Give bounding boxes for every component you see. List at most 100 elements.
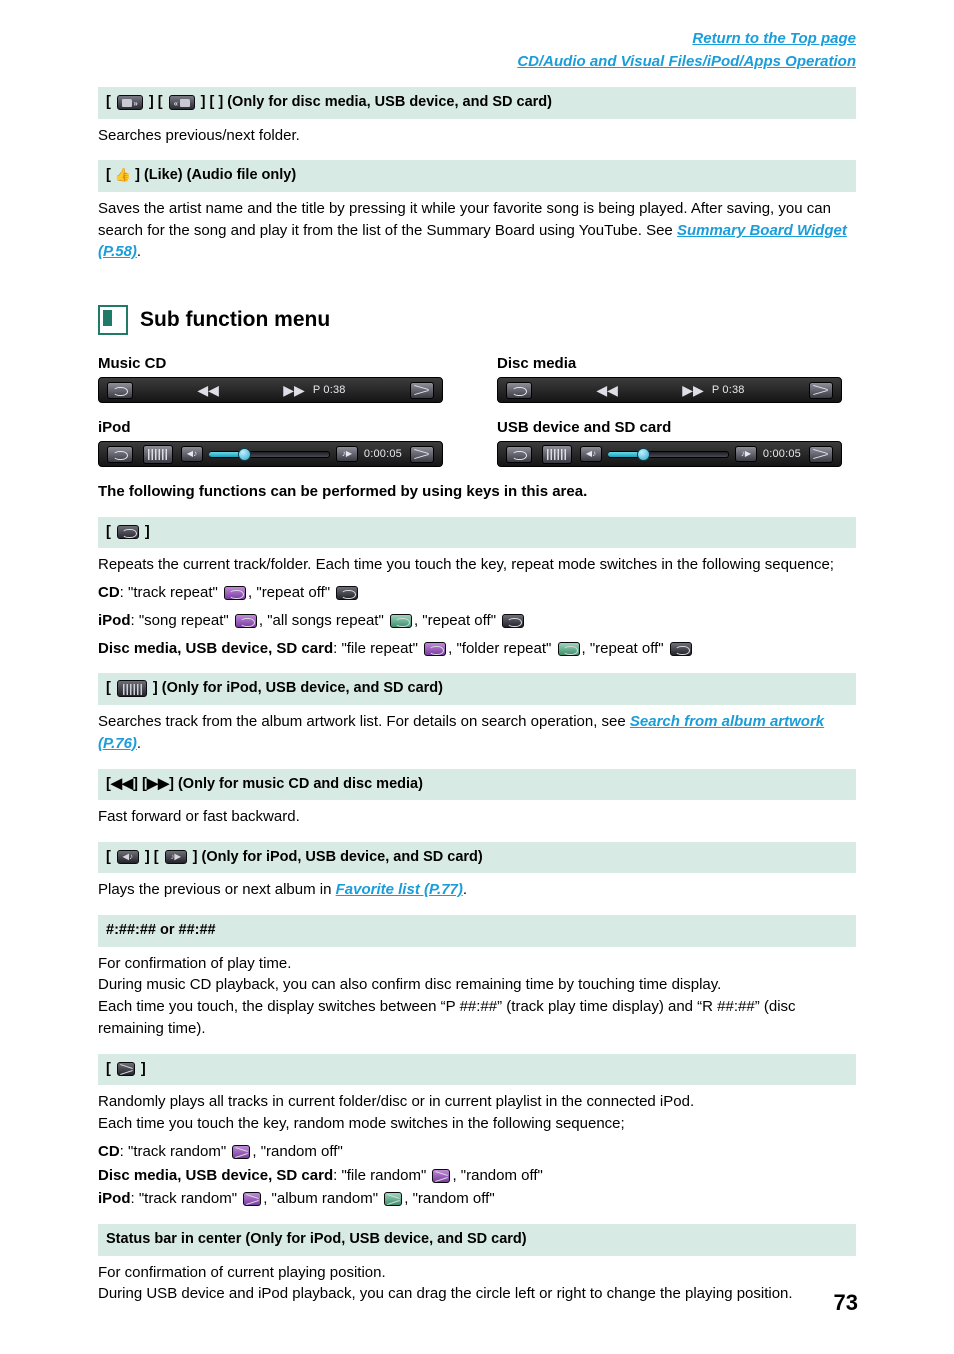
bracket-open: [ bbox=[106, 94, 111, 110]
status-bar-section-bar: Status bar in center (Only for iPod, USB… bbox=[98, 1224, 856, 1256]
position-slider[interactable] bbox=[209, 447, 330, 462]
previous-album-button[interactable]: ◀♪ bbox=[181, 446, 203, 463]
repeat-icon[interactable] bbox=[506, 445, 532, 463]
ipod-column: iPod ◀♪ ♪▶ 0:00:05 bbox=[98, 409, 443, 468]
random-body-2: Each time you touch the key, random mode… bbox=[98, 1115, 625, 1132]
artwork-body: Searches track from the album artwork li… bbox=[98, 711, 856, 755]
like-body: Saves the artist name and the title by p… bbox=[98, 198, 856, 263]
random-ipod-line: iPod: "track random" , "album random" , … bbox=[98, 1190, 495, 1208]
like-body-period: . bbox=[136, 243, 142, 261]
album-artwork-icon bbox=[116, 680, 147, 698]
random-body-1: Randomly plays all tracks in current fol… bbox=[98, 1093, 695, 1111]
prev-folder-icon: » bbox=[116, 94, 143, 110]
play-time-display[interactable]: P 0:38 bbox=[313, 384, 346, 396]
return-top-link[interactable]: Return to the Top page bbox=[0, 28, 856, 51]
repeat-track-icon bbox=[224, 586, 247, 601]
album-artwork-bar: [ ] (Only for iPod, USB device, and SD c… bbox=[98, 673, 856, 705]
random-track-icon bbox=[243, 1192, 262, 1207]
repeat-disc-line: Disc media, USB device, SD card: "file r… bbox=[98, 638, 856, 660]
control-bar-grid-2: iPod ◀♪ ♪▶ 0:00:05 USB device and SD car… bbox=[98, 409, 856, 468]
album-nav-bar: [ ◀♪ ] [ ♪▶ ] (Only for iPod, USB device… bbox=[98, 841, 856, 874]
ipod-label: iPod bbox=[98, 419, 131, 437]
album-bracket-open: [ bbox=[106, 848, 111, 865]
repeat-body: Repeats the current track/folder. Each t… bbox=[98, 556, 834, 574]
random-cd-label: CD bbox=[98, 1142, 120, 1160]
random-bracket-open: [ bbox=[106, 1060, 111, 1077]
random-album-icon bbox=[384, 1192, 403, 1207]
random-bracket-close: ] bbox=[140, 1060, 146, 1077]
status-body-1: For confirmation of current playing posi… bbox=[98, 1263, 386, 1281]
repeat-disc-label: Disc media, USB device, SD card bbox=[98, 639, 334, 657]
repeat-off-icon bbox=[336, 586, 359, 601]
artwork-bracket-open: [ bbox=[106, 680, 111, 697]
bracket-mid: ] [ bbox=[148, 94, 163, 110]
folder-search-bar-text: ] [ ] (Only for disc media, USB device, … bbox=[200, 94, 552, 110]
repeat-bracket-close: ] bbox=[144, 523, 150, 540]
slider-knob[interactable] bbox=[238, 447, 251, 461]
play-time-display[interactable]: 0:00:05 bbox=[364, 448, 402, 460]
time-body-2: During music CD playback, you can also c… bbox=[98, 976, 722, 994]
folder-search-body: Searches previous/next folder. bbox=[98, 126, 300, 144]
artwork-body-text: Searches track from the album artwork li… bbox=[98, 713, 630, 730]
random-disc-line: Disc media, USB device, SD card: "file r… bbox=[98, 1166, 543, 1184]
random-icon[interactable] bbox=[410, 445, 434, 463]
header-links: Return to the Top page CD/Audio and Visu… bbox=[0, 0, 954, 73]
play-time-display[interactable]: P 0:38 bbox=[712, 384, 745, 396]
music-cd-label: Music CD bbox=[98, 355, 167, 373]
repeat-ipod-label: iPod bbox=[98, 611, 131, 629]
position-slider[interactable] bbox=[608, 447, 729, 462]
album-bar-text: ] (Only for iPod, USB device, and SD car… bbox=[192, 848, 483, 865]
music-cd-control-bar: ◀◀ ▶▶ P 0:38 bbox=[98, 377, 443, 404]
repeat-bar: [ ] bbox=[98, 516, 856, 549]
repeat-off-icon bbox=[669, 641, 692, 656]
random-icon bbox=[116, 1061, 135, 1076]
like-bar: [ 👍 ] (Like) (Audio file only) bbox=[98, 160, 856, 192]
album-artwork-icon[interactable] bbox=[143, 444, 173, 464]
rewind-icon[interactable]: ◀◀ bbox=[596, 382, 618, 399]
repeat-icon[interactable] bbox=[107, 381, 133, 399]
like-bracket-open: [ bbox=[106, 167, 111, 184]
disc-media-label: Disc media bbox=[497, 355, 577, 373]
slider-knob[interactable] bbox=[637, 447, 650, 461]
play-time-display[interactable]: 0:00:05 bbox=[763, 448, 801, 460]
album-artwork-icon[interactable] bbox=[542, 444, 572, 464]
next-album-button[interactable]: ♪▶ bbox=[335, 446, 358, 463]
album-bracket-mid: ] [ bbox=[144, 848, 159, 865]
repeat-icon bbox=[116, 525, 139, 540]
usb-sd-column: USB device and SD card ◀♪ ♪▶ 0:00:05 bbox=[497, 409, 842, 468]
fast-forward-bar: [◀◀] [▶▶] (Only for music CD and disc me… bbox=[98, 768, 856, 801]
next-album-button[interactable]: ♪▶ bbox=[734, 446, 757, 463]
sub-function-menu-title: Sub function menu bbox=[98, 305, 856, 336]
disc-media-column: Disc media ◀◀ ▶▶ P 0:38 bbox=[497, 345, 842, 404]
repeat-icon[interactable] bbox=[506, 381, 532, 399]
random-disc-label: Disc media, USB device, SD card bbox=[98, 1166, 334, 1184]
repeat-off-icon bbox=[502, 613, 525, 628]
random-bar: [ ] bbox=[98, 1053, 856, 1086]
random-cd-line: CD: "track random" , "random off" bbox=[98, 1142, 343, 1160]
repeat-folder-icon bbox=[557, 641, 580, 656]
repeat-cd-label: CD bbox=[98, 584, 120, 602]
album-body-period: . bbox=[462, 881, 468, 899]
rewind-icon[interactable]: ◀◀ bbox=[197, 382, 219, 399]
page-number: 73 bbox=[833, 1290, 858, 1315]
usb-sd-label: USB device and SD card bbox=[497, 419, 672, 437]
repeat-song-icon bbox=[234, 613, 257, 628]
previous-album-icon: ◀♪ bbox=[116, 849, 139, 864]
artwork-body-period: . bbox=[136, 734, 142, 752]
random-icon[interactable] bbox=[808, 381, 833, 399]
fast-forward-icon[interactable]: ▶▶ bbox=[283, 382, 305, 399]
random-icon[interactable] bbox=[809, 445, 833, 463]
fast-forward-icon[interactable]: ▶▶ bbox=[682, 382, 704, 399]
repeat-ipod-line: iPod: "song repeat" , "all songs repeat"… bbox=[98, 610, 856, 632]
previous-album-button[interactable]: ◀♪ bbox=[580, 446, 602, 463]
repeat-cd-line: CD: "track repeat" , "repeat off" bbox=[98, 582, 856, 604]
time-body-1: For confirmation of play time. bbox=[98, 954, 292, 972]
repeat-icon[interactable] bbox=[107, 445, 133, 463]
like-bar-text: ] (Like) (Audio file only) bbox=[135, 167, 297, 184]
album-body-text: Plays the previous or next album in bbox=[98, 881, 336, 899]
section-link[interactable]: CD/Audio and Visual Files/iPod/Apps Oper… bbox=[0, 51, 856, 74]
random-icon[interactable] bbox=[409, 381, 434, 399]
repeat-all-songs-icon bbox=[389, 613, 412, 628]
favorite-list-link[interactable]: Favorite list (P.77) bbox=[336, 881, 463, 898]
section-marker-icon bbox=[98, 305, 128, 336]
